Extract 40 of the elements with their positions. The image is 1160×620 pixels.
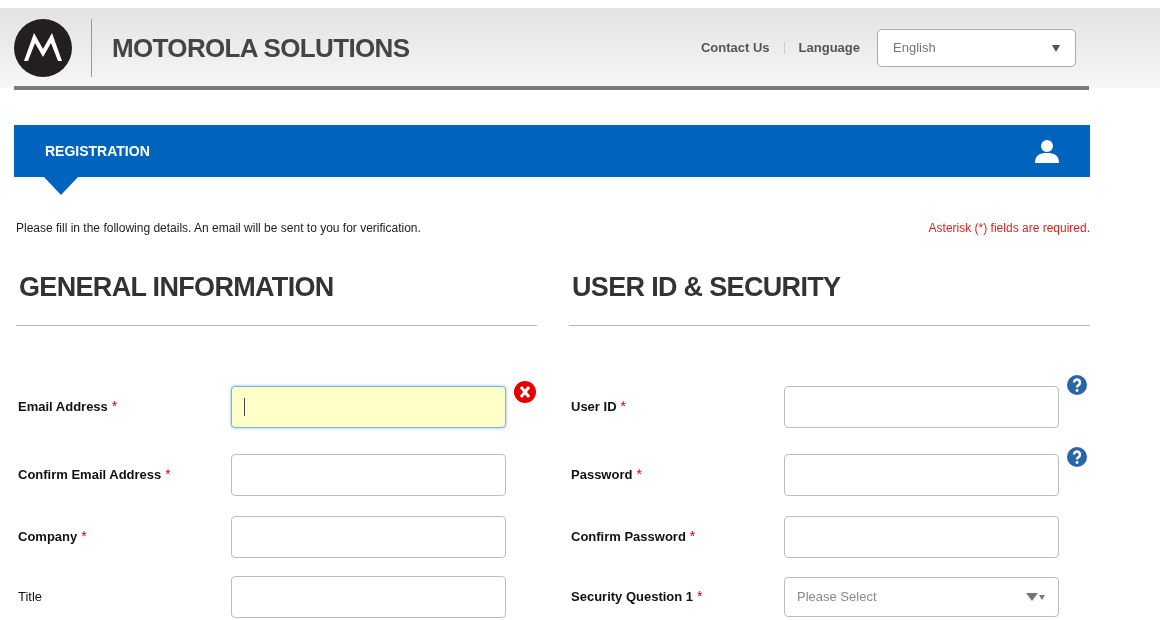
intro-text: Please fill in the following details. An email will be sent to you for verification. <box>16 220 421 237</box>
logo-icon <box>14 19 72 77</box>
field-label: User ID <box>571 397 617 416</box>
help-icon[interactable] <box>1067 374 1087 395</box>
required-asterisk: * <box>636 465 642 484</box>
text-field[interactable] <box>231 515 506 558</box>
field-label: Confirm Password <box>571 527 686 546</box>
text-field[interactable] <box>784 453 1059 496</box>
required-note: Asterisk (*) fields are required. <box>928 220 1090 237</box>
select-placeholder: Please Select <box>797 587 877 606</box>
text-field[interactable] <box>231 575 506 618</box>
user-icon <box>1035 139 1059 163</box>
text-field[interactable] <box>231 453 506 496</box>
field-label: Password <box>571 465 633 484</box>
required-asterisk: * <box>697 587 703 606</box>
section-heading: GENERAL INFORMATION <box>18 271 335 304</box>
text-field[interactable] <box>784 515 1059 558</box>
required-asterisk: * <box>689 527 696 546</box>
field-label: Security Question 1 <box>571 587 694 606</box>
dropdown-arrow-icon <box>1026 591 1046 602</box>
help-icon[interactable] <box>1067 446 1087 467</box>
text-field[interactable] <box>231 385 506 428</box>
text-field[interactable] <box>784 385 1059 428</box>
contact-link[interactable]: Contact Us <box>700 38 770 58</box>
text-cursor <box>244 397 245 416</box>
language-label: Language <box>798 39 860 58</box>
required-asterisk: * <box>620 397 626 416</box>
required-asterisk: * <box>111 397 118 416</box>
required-asterisk: * <box>165 465 171 484</box>
field-label: Company <box>18 527 78 546</box>
required-asterisk: * <box>81 527 87 546</box>
select-field[interactable]: Please Select <box>784 576 1059 617</box>
language-select[interactable]: English <box>877 29 1076 67</box>
brand-name: MOTOROLA SOLUTIONS <box>112 31 410 65</box>
banner-pointer <box>44 177 78 195</box>
field-label: Email Address <box>18 397 108 416</box>
section-heading: USER ID & SECURITY <box>571 271 842 304</box>
field-label: Title <box>18 587 43 606</box>
dropdown-arrow-icon <box>1052 44 1060 52</box>
field-label: Confirm Email Address <box>18 465 162 484</box>
